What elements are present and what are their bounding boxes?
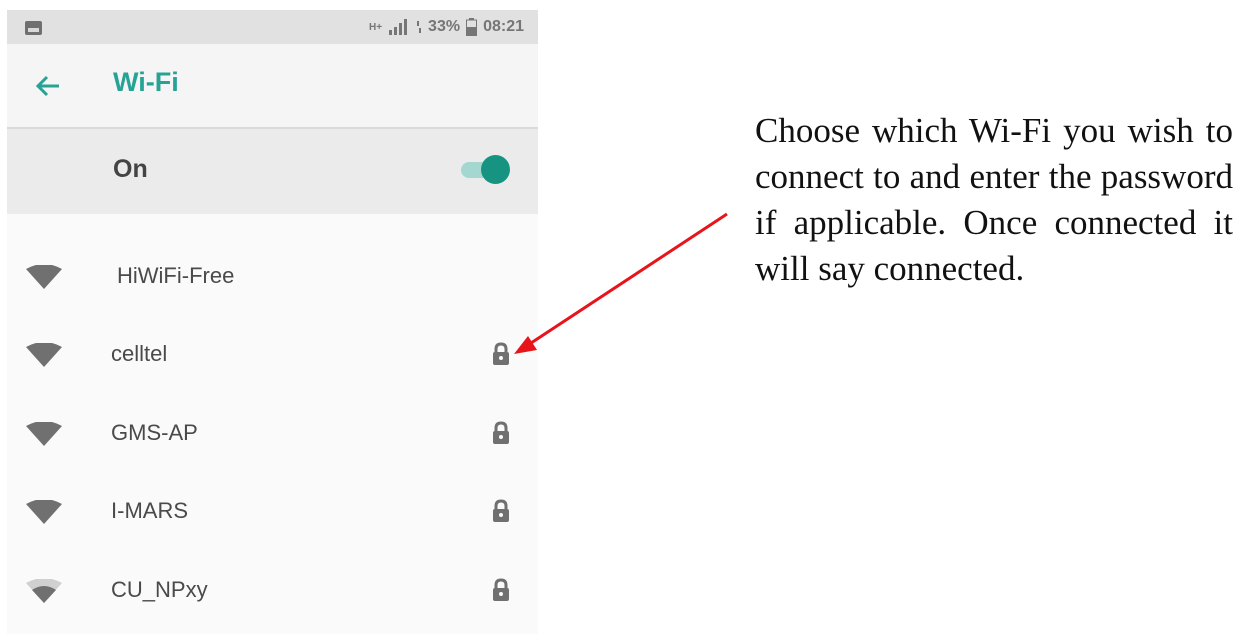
phone-screen: H+ 33% 08:21 Wi-Fi On HiWiFi-Free cellte…	[7, 10, 538, 634]
wifi-signal-icon	[26, 579, 62, 603]
arrow-left-icon[interactable]	[35, 74, 61, 98]
network-name: GMS-AP	[111, 420, 198, 445]
network-name: I-MARS	[111, 498, 188, 523]
battery-percent: 33%	[428, 18, 461, 35]
network-item[interactable]: HiWiFi-Free	[7, 238, 538, 316]
battery-icon	[466, 18, 478, 36]
switch-thumb	[481, 155, 510, 184]
wifi-signal-icon	[26, 265, 62, 289]
clock: 08:21	[483, 18, 524, 35]
network-name: HiWiFi-Free	[117, 263, 235, 288]
wifi-toggle-row[interactable]: On	[7, 129, 538, 214]
network-item[interactable]: GMS-AP	[7, 395, 538, 473]
wifi-signal-icon	[26, 422, 62, 446]
network-item[interactable]: celltel	[7, 316, 538, 394]
network-name: celltel	[111, 341, 168, 366]
lock-icon	[493, 421, 509, 444]
app-bar: Wi-Fi	[7, 44, 538, 129]
network-type: H+	[368, 21, 383, 33]
lock-icon	[493, 342, 509, 365]
status-indicators: H+ 33% 08:21	[369, 10, 524, 44]
wifi-signal-icon	[26, 343, 62, 367]
page-title: Wi-Fi	[113, 67, 179, 97]
network-name: CU_NPxy	[111, 577, 208, 602]
instruction-text: Choose which Wi-Fi you wish to connect t…	[755, 111, 1233, 288]
network-item[interactable]: CU_NPxy	[7, 552, 538, 630]
lock-icon	[493, 578, 509, 601]
image-notification-icon	[25, 21, 42, 35]
wifi-toggle-label: On	[113, 155, 148, 183]
network-item[interactable]: I-MARS	[7, 473, 538, 551]
data-arrows-icon	[417, 21, 422, 33]
wifi-switch[interactable]	[457, 153, 511, 185]
wifi-signal-icon	[26, 500, 62, 524]
status-bar: H+ 33% 08:21	[7, 10, 538, 44]
lock-icon	[493, 499, 509, 522]
signal-icon	[389, 19, 408, 35]
